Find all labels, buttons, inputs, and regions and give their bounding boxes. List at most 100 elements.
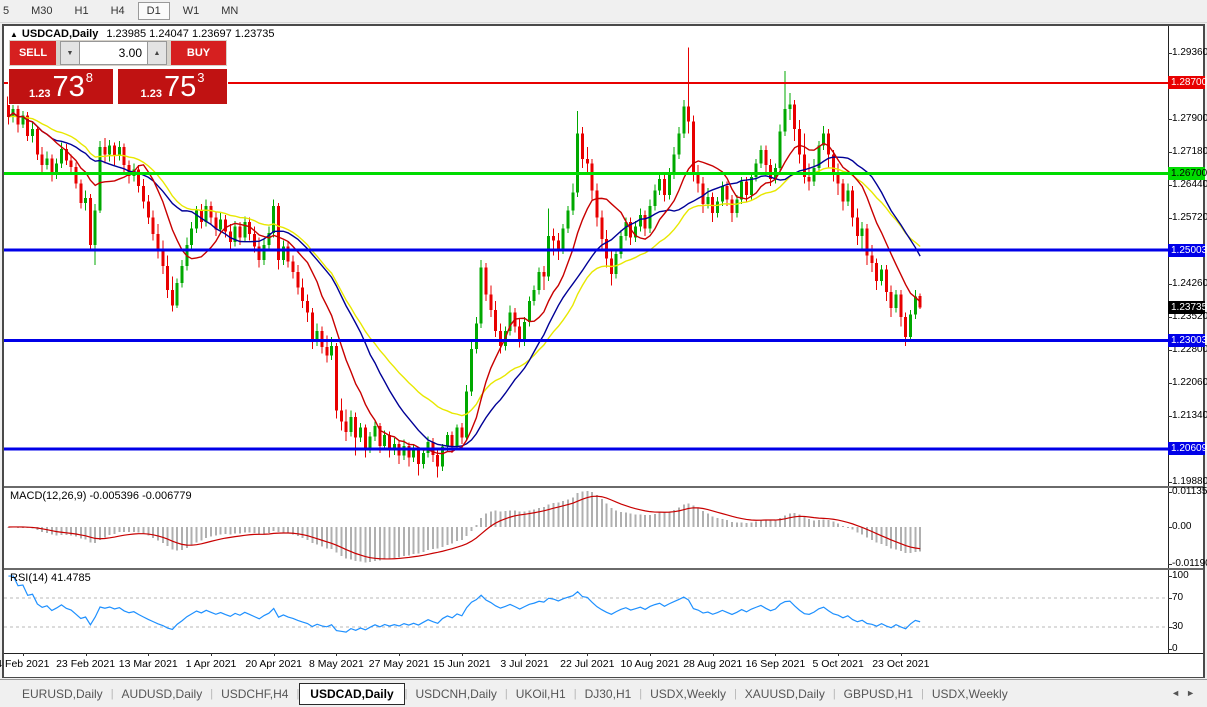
sell-price-prefix: 1.23 (29, 88, 50, 100)
tab-usdx-weekly[interactable]: USDX,Weekly (924, 683, 1016, 705)
date-label: 20 Apr 2021 (241, 658, 307, 670)
buy-price-sup: 3 (197, 70, 204, 85)
timeframe-button-h1[interactable]: H1 (66, 2, 98, 20)
macd-tick-label: 0.01135 (1172, 486, 1207, 498)
date-label: 1 Apr 2021 (178, 658, 244, 670)
chevron-up-icon: ▲ (154, 50, 161, 57)
date-tick-mark (650, 653, 651, 656)
date-tick-mark (336, 653, 337, 656)
one-click-trading-panel: SELL ▼ 3.00 ▲ BUY 1.23 73 8 1.23 75 3 (8, 39, 228, 105)
timeframe-button-mn[interactable]: MN (212, 2, 247, 20)
volume-decrease-button[interactable]: ▼ (60, 41, 80, 65)
trade-controls-row: SELL ▼ 3.00 ▲ BUY (9, 40, 227, 66)
tab-audusd-daily[interactable]: AUDUSD,Daily (114, 683, 211, 705)
date-label: 5 Oct 2021 (805, 658, 871, 670)
date-tick-mark (525, 653, 526, 656)
date-label: 27 May 2021 (366, 658, 432, 670)
date-label: 22 Jul 2021 (554, 658, 620, 670)
timeframe-button-w1[interactable]: W1 (174, 2, 209, 20)
macd-tick-label: -0.01190 (1172, 558, 1207, 570)
sell-price-sup: 8 (86, 70, 93, 85)
price-level-badge: 1.20609 (1168, 442, 1205, 455)
price-tick-label: 1.21340 (1172, 410, 1207, 422)
date-tick-mark (587, 653, 588, 656)
timeframe-button-h4[interactable]: H4 (102, 2, 134, 20)
tab-usdchf-h4[interactable]: USDCHF,H4 (213, 683, 296, 705)
chart-window: ▲ USDCAD,Daily 1.23985 1.24047 1.23697 1.2… (2, 24, 1205, 678)
date-label: 23 Oct 2021 (868, 658, 934, 670)
tab-dj30-h1[interactable]: DJ30,H1 (577, 683, 640, 705)
date-label: 8 May 2021 (303, 658, 369, 670)
price-tick-label: 1.24260 (1172, 278, 1207, 290)
price-tick-label: 1.26440 (1172, 179, 1207, 191)
tab-scroll-left-icon[interactable]: ◄ (1171, 688, 1186, 698)
tab-eurusd-daily[interactable]: EURUSD,Daily (14, 683, 111, 705)
timeframe-button-5[interactable]: 5 (0, 2, 18, 20)
tab-usdx-weekly[interactable]: USDX,Weekly (642, 683, 734, 705)
tab-scroll-right-icon[interactable]: ► (1186, 688, 1201, 698)
rsi-tick-label: 30 (1172, 621, 1183, 633)
tab-gbpusd-h1[interactable]: GBPUSD,H1 (836, 683, 921, 705)
price-tick-label: 1.27900 (1172, 113, 1207, 125)
date-label: 23 Feb 2021 (53, 658, 119, 670)
rsi-header: RSI(14) 41.4785 (10, 572, 91, 584)
volume-field[interactable]: 3.00 (80, 41, 147, 65)
rsi-tick-label: 70 (1172, 592, 1183, 604)
price-tick-label: 1.22060 (1172, 377, 1207, 389)
trade-prices-row: 1.23 73 8 1.23 75 3 (9, 69, 227, 104)
date-tick-mark (399, 653, 400, 656)
macd-header: MACD(12,26,9) -0.005396 -0.006779 (10, 490, 192, 502)
date-label: 4 Feb 2021 (0, 658, 56, 670)
date-label: 3 Jul 2021 (492, 658, 558, 670)
chart-title: ▲ USDCAD,Daily 1.23985 1.24047 1.23697 1.2… (10, 28, 275, 40)
date-tick-mark (211, 653, 212, 656)
date-label: 15 Jun 2021 (429, 658, 495, 670)
rsi-panel[interactable] (4, 570, 1168, 653)
date-tick-mark (86, 653, 87, 656)
chart-tab-bar: EURUSD,Daily|AUDUSD,Daily|USDCHF,H4|USDC… (0, 679, 1207, 707)
panel-separator[interactable] (4, 568, 1203, 570)
tab-usdcnh-daily[interactable]: USDCNH,Daily (408, 683, 505, 705)
buy-price-box[interactable]: 1.23 75 3 (118, 69, 227, 104)
sell-price-box[interactable]: 1.23 73 8 (9, 69, 113, 104)
price-tick-label: 1.25720 (1172, 212, 1207, 224)
date-tick-mark (274, 653, 275, 656)
panel-separator[interactable] (4, 486, 1203, 488)
price-tick-label: 1.27180 (1172, 146, 1207, 158)
volume-increase-button[interactable]: ▲ (147, 41, 167, 65)
tab-ukoil-h1[interactable]: UKOil,H1 (508, 683, 574, 705)
price-tick-label: 1.29360 (1172, 47, 1207, 59)
timeframe-button-m30[interactable]: M30 (22, 2, 61, 20)
price-level-badge: 1.23003 (1168, 334, 1205, 347)
chart-ohlc-values: 1.23985 1.24047 1.23697 1.23735 (106, 28, 274, 40)
rsi-tick-label: 100 (1172, 570, 1189, 582)
date-tick-mark (901, 653, 902, 656)
timeframe-button-d1[interactable]: D1 (138, 2, 170, 20)
date-label: 28 Aug 2021 (680, 658, 746, 670)
chevron-down-icon: ▼ (67, 50, 74, 57)
buy-price-big: 75 (164, 71, 196, 104)
date-label: 13 Mar 2021 (115, 658, 181, 670)
date-tick-mark (23, 653, 24, 656)
chart-symbol-label: USDCAD,Daily (22, 28, 98, 40)
date-tick-mark (838, 653, 839, 656)
date-label: 16 Sep 2021 (742, 658, 808, 670)
collapse-panel-icon[interactable]: ▲ (10, 30, 18, 39)
sell-button[interactable]: SELL (10, 41, 56, 65)
buy-button[interactable]: BUY (171, 41, 226, 65)
price-level-badge: 1.28700 (1168, 76, 1205, 89)
date-axis: 4 Feb 202123 Feb 202113 Mar 20211 Apr 20… (4, 654, 1203, 677)
price-level-badge: 1.26700 (1168, 167, 1205, 180)
date-tick-mark (775, 653, 776, 656)
current-price-badge: 1.23735 (1168, 301, 1205, 314)
tab-xauusd-daily[interactable]: XAUUSD,Daily (737, 683, 833, 705)
macd-tick-label: 0.00 (1172, 521, 1191, 533)
date-tick-mark (148, 653, 149, 656)
tab-scroll-nav: ◄► (1171, 688, 1201, 698)
price-level-badge: 1.25003 (1168, 244, 1205, 257)
date-tick-mark (462, 653, 463, 656)
tab-usdcad-daily[interactable]: USDCAD,Daily (299, 683, 404, 705)
date-label: 10 Aug 2021 (617, 658, 683, 670)
buy-price-prefix: 1.23 (141, 88, 162, 100)
mt4-screen: 5M30 H1H4D1W1MN ▲ USDCAD,Daily 1.23985 1.24… (0, 0, 1207, 707)
